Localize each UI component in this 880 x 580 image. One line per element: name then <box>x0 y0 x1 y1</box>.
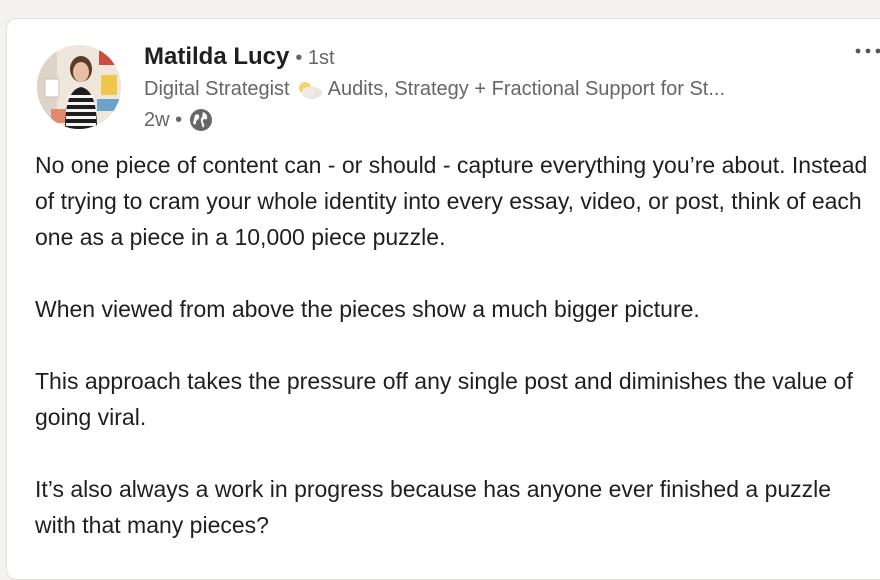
post-text: No one piece of content can - or should … <box>35 147 875 579</box>
post-paragraph: It’s also always a work in progress beca… <box>35 476 832 538</box>
post-paragraph: No one piece of content can - or should … <box>35 152 868 250</box>
headline-start: Digital Strategist <box>144 78 290 100</box>
author-row: Matilda Lucy • 1st <box>144 43 335 71</box>
post-paragraph: When viewed from above the pieces show a… <box>35 296 700 322</box>
globe-icon <box>188 107 214 133</box>
author-headline: Digital Strategist Audits, Strategy + Fr… <box>144 78 725 101</box>
more-options-icon[interactable] <box>852 41 880 61</box>
avatar[interactable] <box>37 45 121 129</box>
author-name[interactable]: Matilda Lucy <box>144 43 289 71</box>
post-time: 2w • <box>144 108 183 131</box>
sun-behind-cloud-icon <box>296 80 324 100</box>
headline-end: Audits, Strategy + Fractional Support fo… <box>327 78 726 100</box>
post-meta: 2w • <box>144 107 214 133</box>
post-paragraph: This approach takes the pressure off any… <box>35 368 853 430</box>
avatar-photo <box>37 45 121 129</box>
post-card: Matilda Lucy • 1st Digital Strategist Au… <box>6 18 880 580</box>
connection-degree: • 1st <box>295 47 335 69</box>
